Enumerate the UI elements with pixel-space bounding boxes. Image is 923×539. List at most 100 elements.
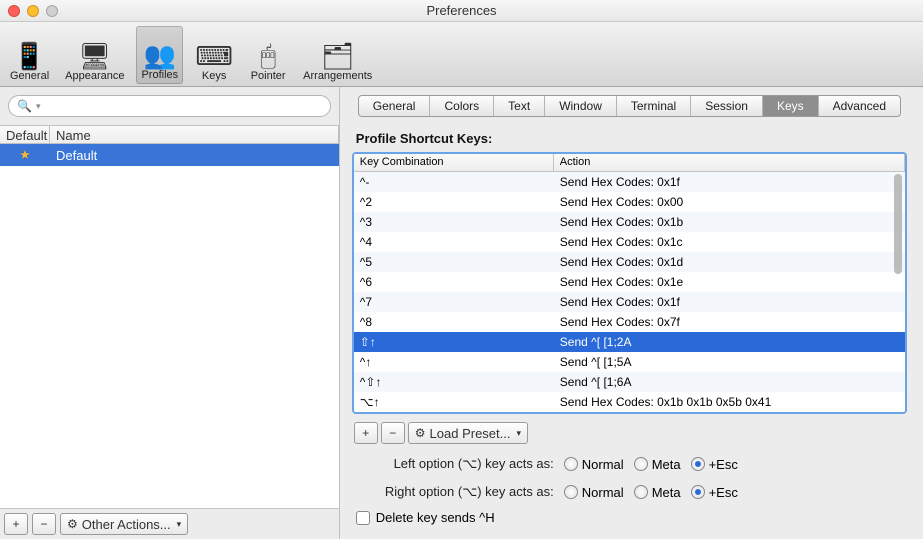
key-row[interactable]: ⇧↑Send ^[ [1;2A (354, 332, 905, 352)
key-row[interactable]: ^8Send Hex Codes: 0x7f (354, 312, 905, 332)
toolbar-appearance[interactable]: 🖥Appearance (61, 26, 128, 84)
radio-label: +Esc (709, 457, 738, 472)
radio-label: Meta (652, 457, 681, 472)
radio-icon (634, 457, 648, 471)
tab-session[interactable]: Session (691, 96, 763, 116)
add-profile-button[interactable]: + (4, 513, 28, 535)
radio-label: Normal (582, 485, 624, 500)
profiles-col-default[interactable]: Default (0, 126, 50, 143)
key-combination: ^7 (354, 295, 554, 309)
key-action: Send Hex Codes: 0x1f (554, 175, 905, 189)
section-title: Profile Shortcut Keys: (356, 131, 907, 146)
col-key-combination[interactable]: Key Combination (354, 154, 554, 171)
load-preset-button[interactable]: ⚙ Load Preset... ▾ (408, 422, 528, 444)
profiles-col-name[interactable]: Name (50, 126, 339, 143)
toolbar-profiles[interactable]: 👥Profiles (136, 26, 183, 84)
left-option-label: Left option (⌥) key acts as: (354, 456, 554, 472)
toolbar-pointer[interactable]: 🖱Pointer (245, 26, 291, 84)
radio-icon (691, 485, 705, 499)
search-icon: 🔍 (17, 99, 32, 113)
right-option-meta[interactable]: Meta (634, 485, 681, 500)
chevron-down-icon: ▾ (517, 428, 522, 439)
left-option-plus-esc[interactable]: +Esc (691, 457, 738, 472)
key-row[interactable]: ^↑Send ^[ [1;5A (354, 352, 905, 372)
remove-profile-button[interactable]: − (32, 513, 56, 535)
key-row[interactable]: ^5Send Hex Codes: 0x1d (354, 252, 905, 272)
window-title: Preferences (0, 3, 923, 18)
delete-sends-ctrl-h-label: Delete key sends ^H (376, 510, 495, 525)
key-combination: ^- (354, 175, 554, 189)
profile-name: Default (50, 148, 339, 163)
key-row[interactable]: ^⇧↑Send ^[ [1;6A (354, 372, 905, 392)
key-action: Send Hex Codes: 0x1c (554, 235, 905, 249)
profiles-search-field[interactable]: 🔍▾ (8, 95, 331, 117)
profile-row[interactable]: ★Default (0, 144, 339, 166)
chevron-down-icon: ▾ (177, 519, 182, 530)
toolbar-keys[interactable]: ⌨Keys (191, 26, 237, 84)
toolbar-label: Profiles (141, 69, 178, 81)
key-row[interactable]: ^-Send Hex Codes: 0x1f (354, 172, 905, 192)
key-combination: ^⇧↑ (354, 375, 554, 389)
right-option-normal[interactable]: Normal (564, 485, 624, 500)
toolbar-label: Keys (202, 70, 226, 82)
profile-subtabs: GeneralColorsTextWindowTerminalSessionKe… (358, 95, 901, 117)
key-row[interactable]: ^3Send Hex Codes: 0x1b (354, 212, 905, 232)
key-row[interactable]: ^2Send Hex Codes: 0x00 (354, 192, 905, 212)
titlebar: Preferences (0, 0, 923, 22)
key-action: Send ^[ [1;6A (554, 375, 905, 389)
key-row[interactable]: ^6Send Hex Codes: 0x1e (354, 272, 905, 292)
toolbar-general[interactable]: 📱General (6, 26, 53, 84)
key-combination: ^2 (354, 195, 554, 209)
radio-icon (691, 457, 705, 471)
key-action: Send Hex Codes: 0x1f (554, 295, 905, 309)
key-combination: ^↑ (354, 355, 554, 369)
tab-window[interactable]: Window (545, 96, 617, 116)
key-combination: ^5 (354, 255, 554, 269)
chevron-down-icon: ▾ (36, 101, 41, 112)
key-row[interactable]: ^4Send Hex Codes: 0x1c (354, 232, 905, 252)
col-action[interactable]: Action (554, 154, 905, 171)
scrollbar[interactable] (894, 174, 902, 274)
key-action: Send ^[ [1;5A (554, 355, 905, 369)
key-action: Send Hex Codes: 0x1e (554, 275, 905, 289)
key-row[interactable]: ^7Send Hex Codes: 0x1f (354, 292, 905, 312)
profiles-table: Default Name ★Default (0, 126, 339, 508)
key-combination: ⇧↑ (354, 335, 554, 349)
toolbar-label: Arrangements (303, 70, 372, 82)
main-toolbar: 📱General🖥Appearance👥Profiles⌨Keys🖱Pointe… (0, 22, 923, 87)
gear-icon: ⚙ (67, 517, 78, 531)
remove-key-button[interactable]: − (381, 422, 405, 444)
radio-label: +Esc (709, 485, 738, 500)
tab-advanced[interactable]: Advanced (819, 96, 900, 116)
tab-terminal[interactable]: Terminal (617, 96, 691, 116)
tab-general[interactable]: General (359, 96, 431, 116)
key-action: Send Hex Codes: 0x1d (554, 255, 905, 269)
star-icon: ★ (0, 147, 50, 163)
radio-label: Normal (582, 457, 624, 472)
right-option-plus-esc[interactable]: +Esc (691, 485, 738, 500)
key-action: Send Hex Codes: 0x00 (554, 195, 905, 209)
other-actions-button[interactable]: ⚙ Other Actions... ▾ (60, 513, 188, 535)
add-key-button[interactable]: + (354, 422, 378, 444)
radio-icon (564, 457, 578, 471)
key-row[interactable]: ⌥↑Send Hex Codes: 0x1b 0x1b 0x5b 0x41 (354, 392, 905, 412)
tab-text[interactable]: Text (494, 96, 545, 116)
key-combination: ⌥↑ (354, 395, 554, 409)
load-preset-label: Load Preset... (430, 426, 511, 441)
gear-icon: ⚙ (415, 426, 426, 440)
profiles-sidebar: 🔍▾ Default Name ★Default + − ⚙ Other Act… (0, 87, 340, 539)
tab-keys[interactable]: Keys (763, 96, 819, 116)
left-option-normal[interactable]: Normal (564, 457, 624, 472)
key-combination: ^8 (354, 315, 554, 329)
arrangements-icon: 🗂 (322, 42, 354, 70)
radio-icon (564, 485, 578, 499)
key-action: Send Hex Codes: 0x7f (554, 315, 905, 329)
toolbar-arrangements[interactable]: 🗂Arrangements (299, 26, 376, 84)
toolbar-label: General (10, 70, 49, 82)
general-icon: 📱 (14, 42, 46, 70)
delete-sends-ctrl-h-checkbox[interactable] (356, 511, 370, 525)
shortcut-keys-table: Key Combination Action ^-Send Hex Codes:… (352, 152, 907, 414)
left-option-meta[interactable]: Meta (634, 457, 681, 472)
key-action: Send Hex Codes: 0x1b 0x1b 0x5b 0x41 (554, 395, 905, 409)
tab-colors[interactable]: Colors (430, 96, 494, 116)
